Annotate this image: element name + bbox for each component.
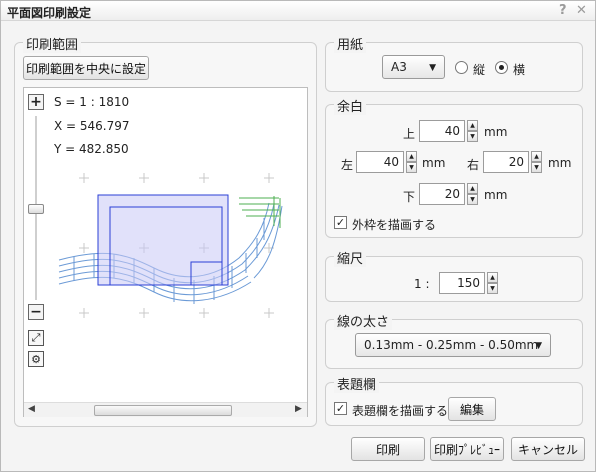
scroll-left-icon[interactable]: ◀ xyxy=(28,404,35,414)
scale-spinner[interactable]: ▲ ▼ xyxy=(487,272,498,294)
margin-top-spinner[interactable]: ▲ ▼ xyxy=(467,120,478,142)
landscape-radio[interactable] xyxy=(495,61,508,74)
scale-prefix: 1 : xyxy=(414,277,430,291)
green-lines xyxy=(239,196,281,228)
scale-input[interactable]: 150 xyxy=(439,272,485,294)
horizontal-scrollbar[interactable]: ◀ ▶ xyxy=(24,402,307,417)
plan-drawing xyxy=(58,173,283,318)
chevron-down-icon: ▼ xyxy=(429,63,436,73)
window-title: 平面図印刷設定 xyxy=(7,6,92,20)
title-block-legend: 表題欄 xyxy=(334,374,380,393)
portrait-label: 縦 xyxy=(473,63,486,77)
margin-top-label: 上 xyxy=(403,127,416,141)
margin-left-unit: mm xyxy=(422,156,446,170)
margin-top-unit: mm xyxy=(484,125,508,139)
margin-bottom-input[interactable]: 20 xyxy=(419,183,465,205)
scrollbar-thumb[interactable] xyxy=(94,405,232,416)
title-block-checkbox[interactable]: ✓ xyxy=(334,402,347,415)
chevron-down-icon: ▼ xyxy=(535,341,542,351)
paper-frame xyxy=(97,194,229,286)
preview-canvas[interactable]: + − ⤢ ⚙ S = 1 : 1810 X = 546.797 Y = 482… xyxy=(23,87,308,417)
margin-bottom-unit: mm xyxy=(484,188,508,202)
print-range-legend: 印刷範囲 xyxy=(23,34,82,53)
landscape-label: 横 xyxy=(513,63,526,77)
scale-legend: 縮尺 xyxy=(334,248,367,267)
edit-title-block-button[interactable]: 編集 xyxy=(448,397,496,421)
margin-left-input[interactable]: 40 xyxy=(356,151,404,173)
margin-right-input[interactable]: 20 xyxy=(483,151,529,173)
margin-right-spinner[interactable]: ▲ ▼ xyxy=(531,151,542,173)
portrait-radio[interactable] xyxy=(455,61,468,74)
print-button[interactable]: 印刷 xyxy=(351,437,425,461)
outer-frame-label: 外枠を描画する xyxy=(352,218,437,232)
line-width-select[interactable]: 0.13mm - 0.25mm - 0.50mm ▼ xyxy=(355,333,551,357)
margin-bottom-spinner[interactable]: ▲ ▼ xyxy=(467,183,478,205)
margin-bottom-label: 下 xyxy=(403,190,416,204)
help-icon[interactable]: ? xyxy=(559,3,567,18)
print-settings-dialog: 平面図印刷設定 ? ✕ 印刷範囲 印刷範囲を中央に設定 + − ⤢ ⚙ S = … xyxy=(0,0,596,472)
margin-right-label: 右 xyxy=(467,158,480,172)
print-preview-button[interactable]: 印刷ﾌﾟﾚﾋﾞｭｰ xyxy=(430,437,504,461)
title-bar: 平面図印刷設定 ? ✕ xyxy=(1,1,595,21)
margin-top-input[interactable]: 40 xyxy=(419,120,465,142)
line-width-value: 0.13mm - 0.25mm - 0.50mm xyxy=(364,338,539,352)
outer-frame-checkbox[interactable]: ✓ xyxy=(334,216,347,229)
center-print-range-button[interactable]: 印刷範囲を中央に設定 xyxy=(23,56,149,80)
paper-legend: 用紙 xyxy=(334,34,367,53)
paper-size-value: A3 xyxy=(391,60,407,74)
paper-size-select[interactable]: A3 ▼ xyxy=(382,55,445,79)
cancel-button[interactable]: キャンセル xyxy=(511,437,585,461)
paper-group: 用紙 xyxy=(325,34,583,92)
line-width-legend: 線の太さ xyxy=(334,311,393,330)
title-block-label: 表題欄を描画する xyxy=(352,404,449,418)
margin-legend: 余白 xyxy=(334,96,367,115)
margin-left-spinner[interactable]: ▲ ▼ xyxy=(406,151,417,173)
scroll-right-icon[interactable]: ▶ xyxy=(295,404,302,414)
margin-left-label: 左 xyxy=(341,158,354,172)
margin-right-unit: mm xyxy=(548,156,572,170)
close-icon[interactable]: ✕ xyxy=(576,3,587,18)
